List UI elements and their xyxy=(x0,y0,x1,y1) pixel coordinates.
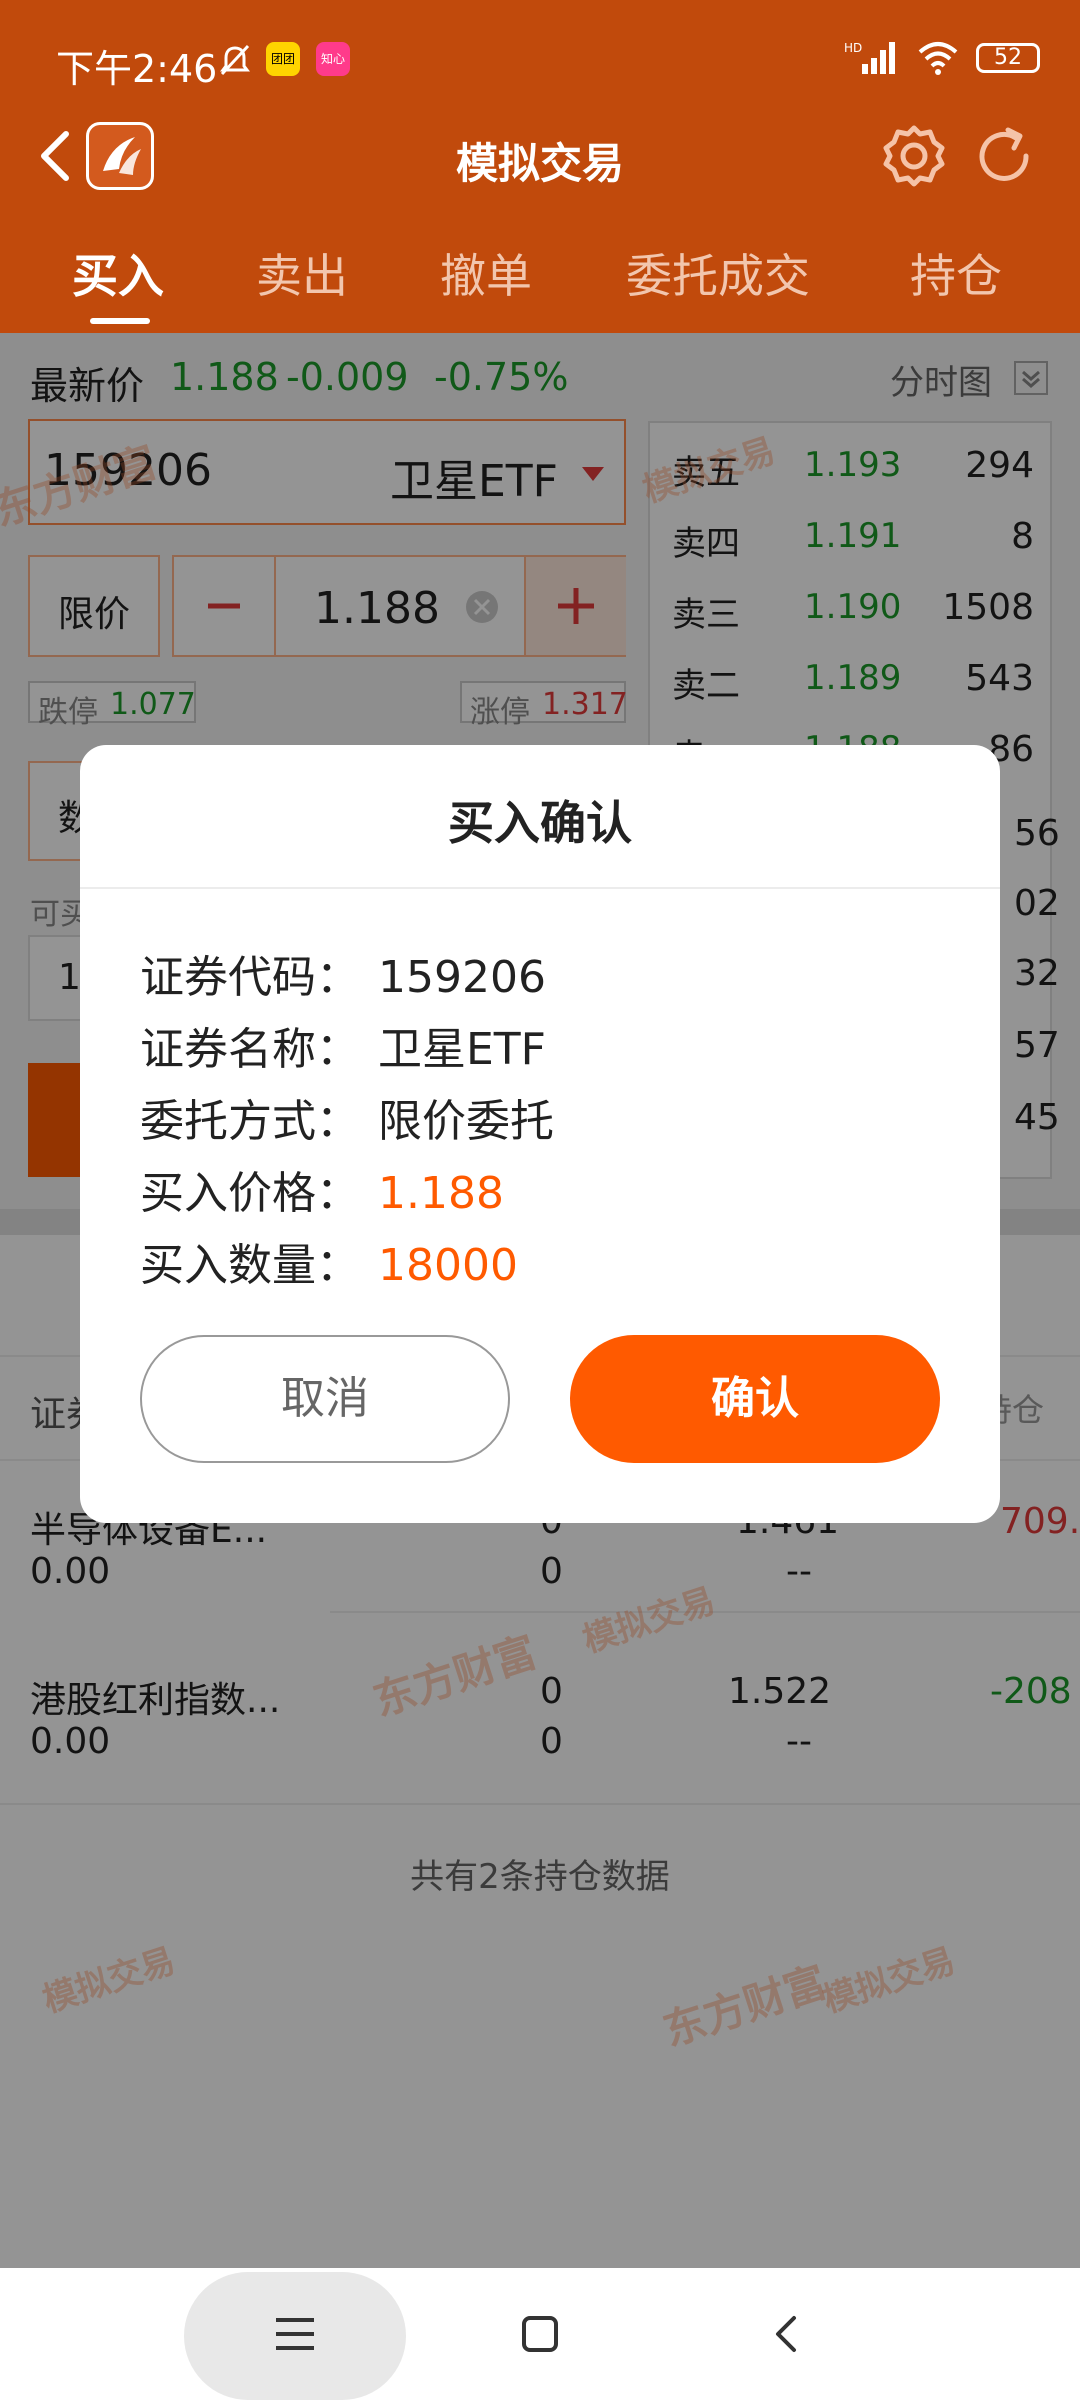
signal-icon: HD xyxy=(844,41,895,74)
tab-positions[interactable]: 持仓 xyxy=(910,240,1002,306)
confirm-row-price: 买入价格： 1.188 xyxy=(140,1157,504,1221)
status-indicators: HD 52 xyxy=(844,40,1040,76)
qty-label: 买入数量： xyxy=(140,1240,360,1291)
tab-orders-trades[interactable]: 委托成交 xyxy=(626,240,810,306)
confirm-row-qty: 买入数量： 18000 xyxy=(140,1229,518,1293)
menu-icon xyxy=(276,2318,314,2350)
tab-cancel-order[interactable]: 撤单 xyxy=(440,240,532,306)
battery-level: 52 xyxy=(994,45,1022,70)
wifi-icon xyxy=(918,42,958,75)
svg-text:HD: HD xyxy=(844,41,862,55)
dialog-divider xyxy=(80,887,1000,889)
app-header: 下午2:46 团团 知心 HD 52 模拟交易 买入 卖出 撤单 委托成交 持仓 xyxy=(0,0,1080,333)
cancel-button[interactable]: 取消 xyxy=(140,1335,510,1463)
confirm-row-code: 证券代码： 159206 xyxy=(140,941,546,1005)
code-label: 证券代码： xyxy=(140,952,360,1003)
battery-icon: 52 xyxy=(976,43,1040,73)
dialog-title: 买入确认 xyxy=(448,796,632,850)
confirm-button[interactable]: 确认 xyxy=(570,1335,940,1463)
active-tab-indicator xyxy=(90,318,150,324)
qty-value: 18000 xyxy=(378,1240,518,1291)
price-value: 1.188 xyxy=(378,1168,504,1219)
buy-confirm-dialog: 买入确认 证券代码： 159206 证券名称： 卫星ETF 委托方式： 限价委托 买入… xyxy=(80,745,1000,1523)
mute-bell-icon xyxy=(220,44,250,76)
name-value: 卫星ETF xyxy=(378,1024,546,1075)
app-notification-icon-2: 知心 xyxy=(316,42,350,76)
code-value: 159206 xyxy=(378,952,546,1003)
price-label: 买入价格： xyxy=(140,1168,360,1219)
menu-button[interactable] xyxy=(184,2272,406,2400)
name-label: 证券名称： xyxy=(140,1024,360,1075)
confirm-row-mode: 委托方式： 限价委托 xyxy=(140,1085,554,1149)
status-bar: 下午2:46 团团 知心 HD 52 xyxy=(0,0,1080,120)
gear-icon[interactable] xyxy=(880,122,948,190)
tab-buy[interactable]: 买入 xyxy=(72,240,164,306)
home-icon[interactable] xyxy=(516,2310,564,2358)
tab-sell[interactable]: 卖出 xyxy=(256,240,348,306)
app-notification-icon: 团团 xyxy=(266,42,300,76)
system-nav-bar xyxy=(0,2268,1080,2400)
status-time: 下午2:46 xyxy=(56,47,218,91)
mode-label: 委托方式： xyxy=(140,1096,360,1147)
confirm-row-name: 证券名称： 卫星ETF xyxy=(140,1013,546,1077)
refresh-icon[interactable] xyxy=(970,122,1038,190)
mode-value: 限价委托 xyxy=(378,1096,554,1147)
back-icon[interactable] xyxy=(764,2310,812,2358)
